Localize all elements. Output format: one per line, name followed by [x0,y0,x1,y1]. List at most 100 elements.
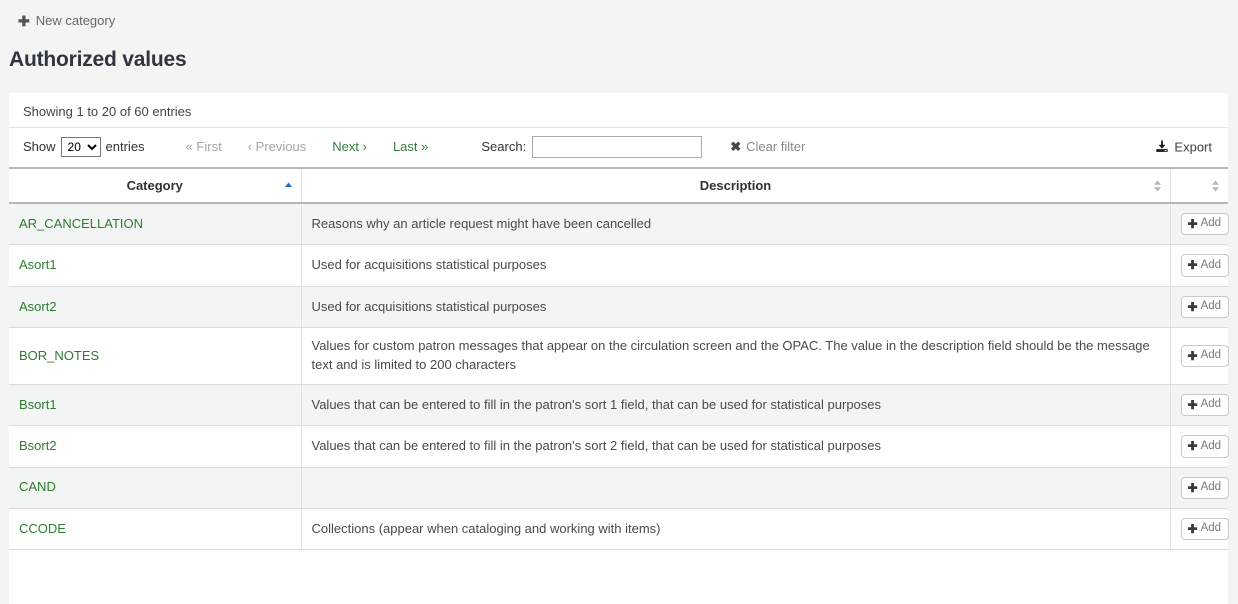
column-header-description[interactable]: Description [301,168,1170,203]
add-button-label: Add [1201,349,1221,363]
chevron-right-icon: › [363,139,367,154]
plus-icon: ✚ [1188,398,1198,412]
add-button[interactable]: ✚Add [1181,213,1230,235]
pagination-next-label: Next [332,139,359,154]
plus-icon: ✚ [1188,300,1198,314]
category-link[interactable]: Bsort1 [19,397,57,412]
add-button-label: Add [1201,217,1221,231]
actions-cell: ✚Add [1170,509,1228,550]
table-row: Bsort2 Values that can be entered to fill… [9,426,1228,467]
pagination-first-label: First [196,139,221,154]
length-label-after: entries [106,139,145,154]
add-button[interactable]: ✚Add [1181,435,1230,457]
x-icon: ✖ [730,139,741,155]
table-row: Bsort1 Values that can be entered to fill… [9,384,1228,425]
table-body: AR_CANCELLATION Reasons why an article re… [9,203,1228,550]
table-row: CCODECollections (appear when cataloging… [9,509,1228,550]
plus-icon: ✚ [1188,258,1198,272]
actions-cell: ✚Add [1170,286,1228,327]
column-header-category[interactable]: Category [9,168,301,203]
search-control: Search: ✖ Clear filter [481,136,805,158]
add-button[interactable]: ✚Add [1181,477,1230,499]
add-button-label: Add [1201,522,1221,536]
length-control: Show 20 entries [23,137,145,157]
plus-icon: ✚ [1188,439,1198,453]
table-row: CAND ✚Add [9,467,1228,508]
export-button[interactable]: Export [1155,139,1212,154]
add-button-label: Add [1201,440,1221,454]
page-title: Authorized values [0,41,1238,72]
add-button[interactable]: ✚Add [1181,345,1230,367]
actions-cell: ✚Add [1170,203,1228,245]
pagination-previous[interactable]: ‹ Previous [235,139,320,154]
pagination-last-label: Last [393,139,418,154]
pagination-next[interactable]: Next › [319,139,380,154]
actions-cell: ✚Add [1170,426,1228,467]
column-header-description-label: Description [700,178,772,193]
category-link[interactable]: Bsort2 [19,438,57,453]
search-label: Search: [481,139,526,154]
category-link[interactable]: Asort2 [19,299,57,314]
pagination-last[interactable]: Last » [380,139,441,154]
length-label-before: Show [23,139,56,154]
category-link[interactable]: CAND [19,479,56,494]
new-category-label: New category [36,13,115,28]
actions-cell: ✚Add [1170,328,1228,385]
column-header-actions[interactable] [1170,168,1228,203]
category-link[interactable]: BOR_NOTES [19,348,99,363]
export-label: Export [1174,139,1212,154]
table-head: Category Description [9,168,1228,203]
table-row: BOR_NOTES Values for custom patron messag… [9,328,1228,385]
sort-both-icon [1153,179,1162,193]
add-button-label: Add [1201,300,1221,314]
clear-filter-label: Clear filter [746,139,805,154]
description-cell: Used for acquisitions statistical purpos… [301,286,1170,327]
entries-per-page-select[interactable]: 20 [61,137,101,157]
plus-icon: ✚ [1188,522,1198,536]
category-link[interactable]: AR_CANCELLATION [19,216,143,231]
add-button-label: Add [1201,398,1221,412]
add-button[interactable]: ✚Add [1181,254,1230,276]
table-header-row: Category Description [9,168,1228,203]
pagination: « First ‹ Previous Next › Last » [173,139,442,154]
plus-icon: ✚ [1188,217,1198,231]
sort-both-icon [1211,179,1220,193]
category-cell: Asort1 [9,245,301,286]
actions-cell: ✚Add [1170,245,1228,286]
download-icon [1155,140,1169,154]
table-row: Asort2 Used for acquisitions statistical … [9,286,1228,327]
page-root: ✚ New category Authorized values Showing… [0,0,1238,604]
clear-filter-button[interactable]: ✖ Clear filter [730,139,805,155]
actions-cell: ✚Add [1170,467,1228,508]
datatable-controls: Show 20 entries « First ‹ Previous Next … [9,127,1228,165]
description-cell: Reasons why an article request might hav… [301,203,1170,245]
category-cell: BOR_NOTES [9,328,301,385]
add-button[interactable]: ✚Add [1181,394,1230,416]
category-cell: CCODE [9,509,301,550]
add-button[interactable]: ✚Add [1181,518,1230,540]
add-button-label: Add [1201,259,1221,273]
double-chevron-left-icon: « [186,139,193,154]
category-cell: CAND [9,467,301,508]
pagination-previous-label: Previous [256,139,307,154]
top-toolbar: ✚ New category [0,0,1238,41]
showing-entries-text: Showing 1 to 20 of 60 entries [9,93,1228,127]
description-cell: Values that can be entered to fill in th… [301,426,1170,467]
add-button[interactable]: ✚Add [1181,296,1230,318]
actions-cell: ✚Add [1170,384,1228,425]
plus-icon: ✚ [18,14,30,28]
pagination-first[interactable]: « First [173,139,235,154]
plus-icon: ✚ [1188,481,1198,495]
column-header-category-label: Category [127,178,183,193]
double-chevron-right-icon: » [421,139,428,154]
search-input[interactable] [532,136,702,158]
table-row: Asort1Used for acquisitions statistical … [9,245,1228,286]
category-link[interactable]: Asort1 [19,257,57,272]
description-cell: Values for custom patron messages that a… [301,328,1170,385]
chevron-left-icon: ‹ [248,139,252,154]
sort-ascending-icon [284,180,293,192]
category-link[interactable]: CCODE [19,521,66,536]
description-cell: Values that can be entered to fill in th… [301,384,1170,425]
new-category-button[interactable]: ✚ New category [18,13,115,28]
results-panel: Showing 1 to 20 of 60 entries Show 20 en… [9,93,1228,604]
